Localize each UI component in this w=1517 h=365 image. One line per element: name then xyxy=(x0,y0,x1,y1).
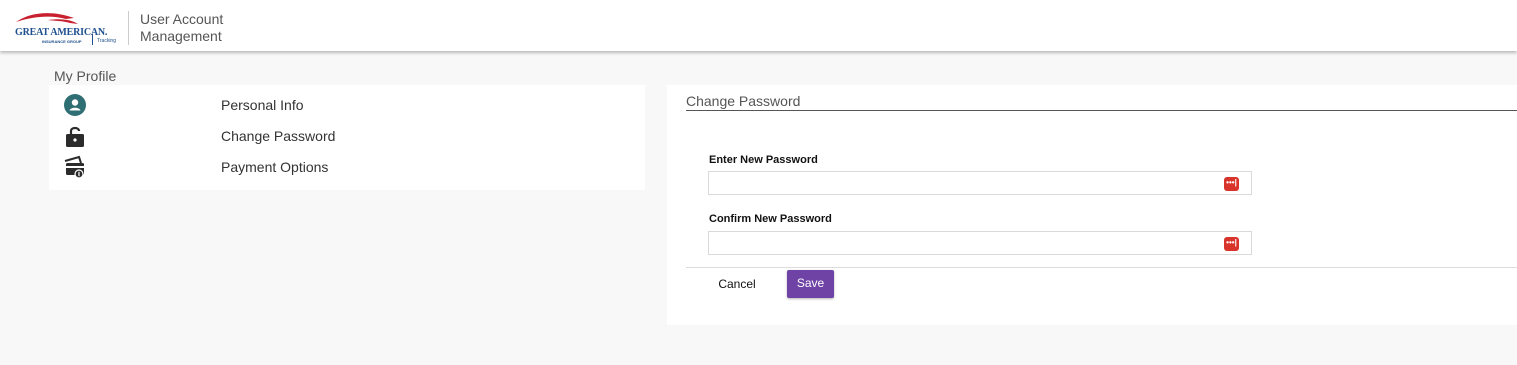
menu-item-label: Payment Options xyxy=(221,159,329,175)
change-password-panel: Change Password Enter New Password •••| … xyxy=(667,85,1517,325)
confirm-password-label: Confirm New Password xyxy=(709,213,832,225)
payment-card-icon xyxy=(63,155,87,179)
profile-menu: Personal Info Change Password Payment Op… xyxy=(49,85,645,190)
logo-tracking-text: Tracking xyxy=(97,38,116,44)
menu-item-personal-info[interactable]: Personal Info xyxy=(49,91,645,119)
panel-title: Change Password xyxy=(686,93,801,109)
new-password-input[interactable] xyxy=(713,172,1217,196)
lock-open-icon xyxy=(63,124,87,148)
menu-item-label: Change Password xyxy=(221,128,336,144)
logo-text: GREAT AMERICAN. xyxy=(15,27,108,38)
cancel-button[interactable]: Cancel xyxy=(712,273,762,295)
user-circle-icon xyxy=(63,93,87,117)
header-divider xyxy=(128,11,129,45)
password-manager-icon[interactable]: •••| xyxy=(1224,237,1239,251)
new-password-field[interactable]: •••| xyxy=(708,171,1252,196)
menu-item-payment-options[interactable]: Payment Options xyxy=(49,153,645,181)
confirm-password-field[interactable]: •••| xyxy=(708,231,1252,256)
menu-item-change-password[interactable]: Change Password xyxy=(49,122,645,150)
logo-subtext: INSURANCE GROUP xyxy=(42,39,82,44)
panel-title-divider xyxy=(686,110,1517,111)
password-manager-icon[interactable]: •••| xyxy=(1224,177,1239,191)
menu-item-label: Personal Info xyxy=(221,97,304,113)
app-title: User Account Management xyxy=(140,11,224,44)
logo-divider xyxy=(92,34,93,45)
panel-divider xyxy=(686,267,1517,268)
app-header: GREAT AMERICAN. INSURANCE GROUP Tracking… xyxy=(0,0,1517,51)
new-password-label: Enter New Password xyxy=(709,154,818,166)
company-logo[interactable]: GREAT AMERICAN. INSURANCE GROUP Tracking xyxy=(12,10,122,46)
my-profile-title: My Profile xyxy=(54,68,117,84)
confirm-password-input[interactable] xyxy=(713,232,1217,256)
save-button[interactable]: Save xyxy=(787,270,834,298)
